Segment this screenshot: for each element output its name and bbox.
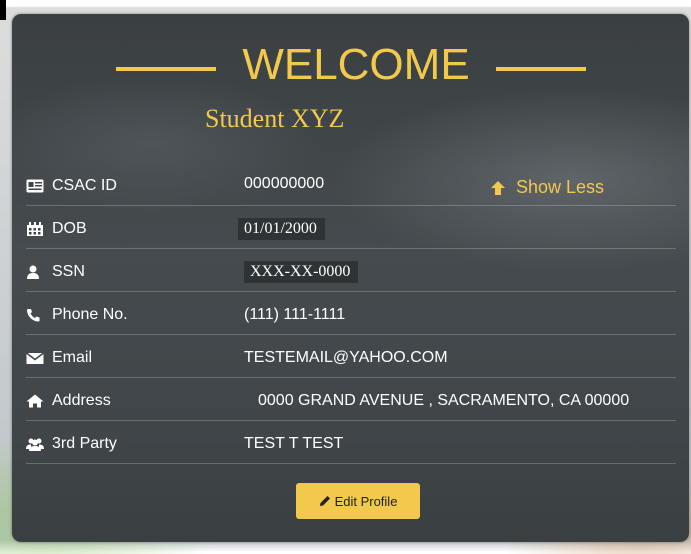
student-name: Student XYZ xyxy=(205,104,345,133)
profile-row-third-party: 3rd Party TEST T TEST xyxy=(26,421,676,464)
profile-row-address: Address 0000 GRAND AVENUE , SACRAMENTO, … xyxy=(26,378,676,421)
users-icon xyxy=(26,437,44,451)
home-icon xyxy=(26,394,44,408)
row-label-text: Email xyxy=(52,349,93,366)
row-label-text: 3rd Party xyxy=(52,435,117,452)
profile-card: WELCOME Student XYZ CSAC ID 000000000 Sh… xyxy=(12,14,689,542)
edit-profile-label: Edit Profile xyxy=(334,493,398,509)
row-label-text: Address xyxy=(52,392,111,409)
user-icon xyxy=(26,265,44,279)
row-label: Email xyxy=(26,349,92,367)
profile-row-dob: DOB 01/01/2000 xyxy=(26,206,676,249)
calendar-icon xyxy=(26,222,44,236)
profile-row-email: Email TESTEMAIL@YAHOO.COM xyxy=(26,335,676,378)
row-value: 0000 GRAND AVENUE , SACRAMENTO, CA 00000 xyxy=(258,392,630,409)
edit-profile-button[interactable]: Edit Profile xyxy=(296,483,420,519)
row-label-text: SSN xyxy=(52,263,85,280)
welcome-line-right xyxy=(496,67,586,71)
row-label: CSAC ID xyxy=(26,177,117,195)
row-label-text: DOB xyxy=(52,220,87,237)
profile-details: CSAC ID 000000000 Show Less DOB 01/01/20… xyxy=(26,171,676,464)
profile-row-ssn: SSN XXX-XX-0000 xyxy=(26,249,676,292)
row-label-text: Phone No. xyxy=(52,306,128,323)
row-label-text: CSAC ID xyxy=(52,177,117,194)
row-value: XXX-XX-0000 xyxy=(244,261,359,283)
row-value: TESTEMAIL@YAHOO.COM xyxy=(244,349,448,366)
row-label: DOB xyxy=(26,220,87,238)
profile-row-phone: Phone No. (111) 111-1111 xyxy=(26,292,676,335)
profile-row-csac-id: CSAC ID 000000000 Show Less xyxy=(26,171,676,206)
show-less-label: Show Less xyxy=(516,177,605,197)
row-label: SSN xyxy=(26,263,85,281)
id-card-icon xyxy=(26,179,44,193)
welcome-line-left xyxy=(116,67,216,71)
envelope-icon xyxy=(26,351,44,365)
row-value: (111) 111-1111 xyxy=(244,306,346,323)
row-value: 000000000 xyxy=(244,175,325,192)
row-label: 3rd Party xyxy=(26,435,117,453)
arrow-up-icon xyxy=(490,180,506,196)
row-label: Address xyxy=(26,392,111,410)
welcome-title: WELCOME xyxy=(242,40,470,89)
welcome-header: WELCOME xyxy=(12,40,689,100)
row-label: Phone No. xyxy=(26,306,128,324)
row-value: 01/01/2000 xyxy=(238,218,325,240)
show-less-toggle[interactable]: Show Less xyxy=(490,177,604,198)
corner-mark xyxy=(0,0,6,20)
row-value: TEST T TEST xyxy=(244,435,344,452)
pencil-icon xyxy=(319,495,331,507)
phone-icon xyxy=(26,308,44,322)
